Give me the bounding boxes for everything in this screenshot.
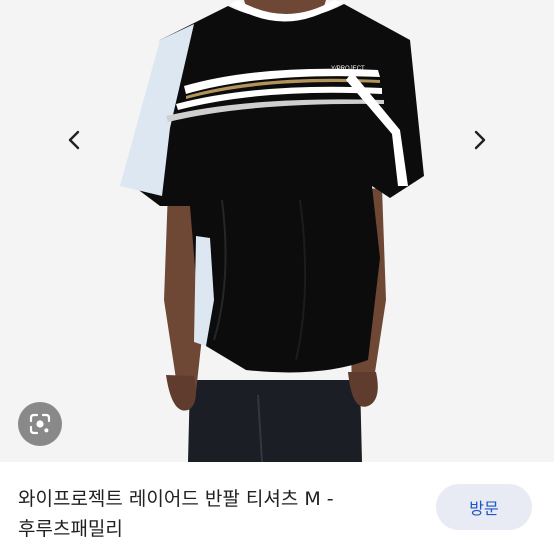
lens-search-button[interactable] bbox=[18, 402, 62, 446]
chest-logo: Y/PROJECT bbox=[331, 66, 365, 72]
image-viewer: Y/PROJECT 와이프로젝트 레이어드 반팔 티셔츠 M - 후루츠패밀리 … bbox=[0, 0, 554, 554]
google-lens-icon bbox=[29, 413, 51, 435]
visit-button[interactable]: 방문 bbox=[436, 484, 532, 530]
chevron-left-icon bbox=[68, 130, 80, 150]
chevron-right-icon bbox=[474, 130, 486, 150]
image-title-link[interactable]: 와이프로젝트 레이어드 반팔 티셔츠 M - 후루츠패밀리 bbox=[18, 484, 418, 544]
jeans bbox=[188, 380, 362, 462]
image-area: Y/PROJECT bbox=[0, 0, 554, 462]
previous-image-button[interactable] bbox=[52, 118, 96, 162]
product-photo: Y/PROJECT bbox=[0, 0, 554, 462]
next-image-button[interactable] bbox=[458, 118, 502, 162]
